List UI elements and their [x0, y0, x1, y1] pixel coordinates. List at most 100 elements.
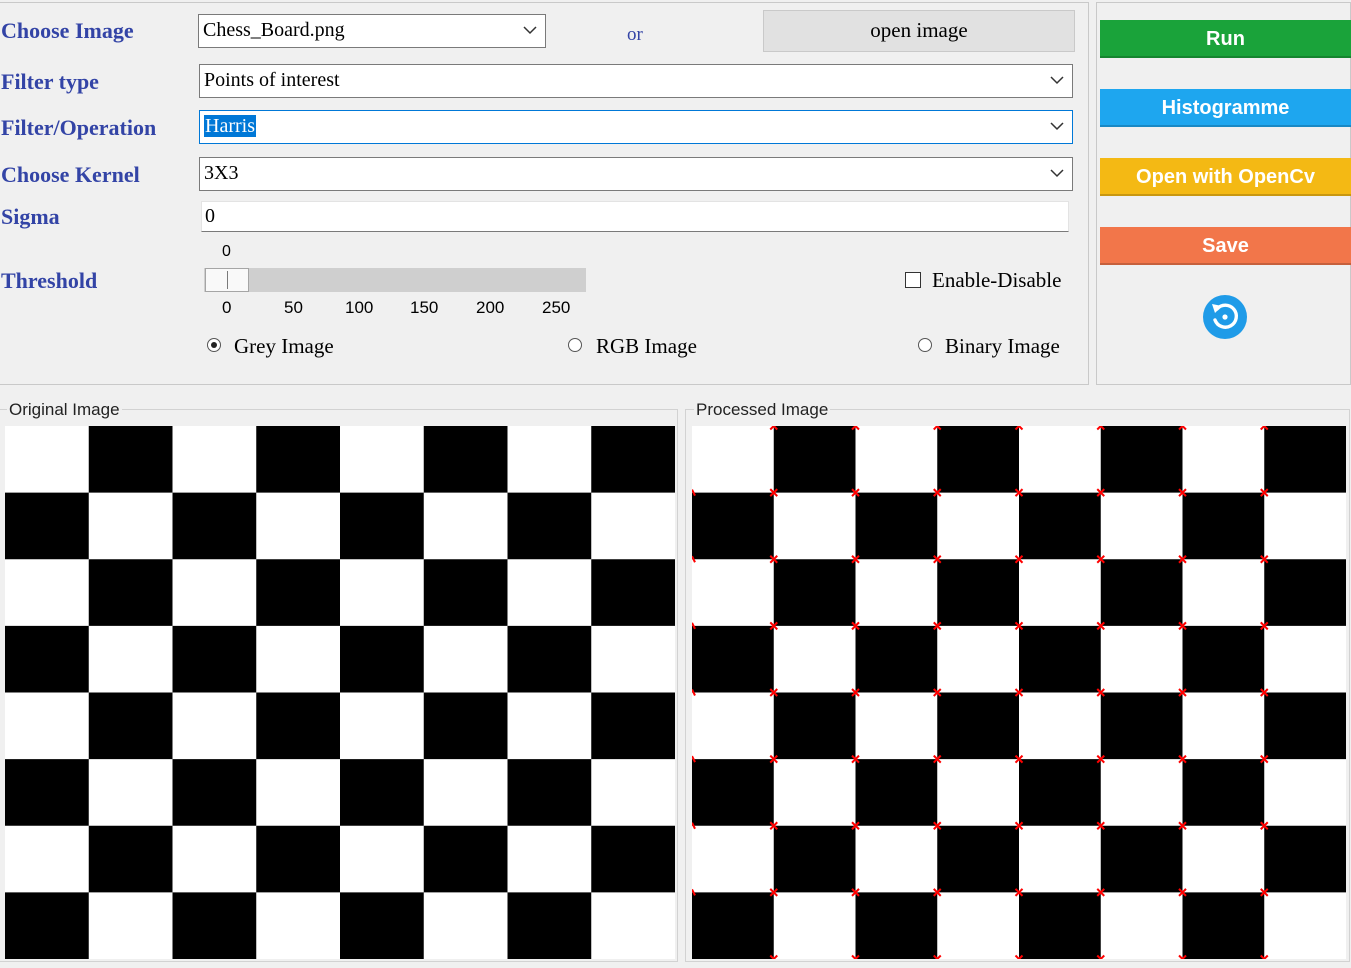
board-square: [692, 892, 775, 959]
threshold-slider-thumb[interactable]: [205, 268, 249, 292]
grey-image-radio[interactable]: [207, 338, 221, 352]
board-square: [1264, 759, 1346, 827]
slider-tick-label: 250: [542, 298, 571, 317]
board-square: [1019, 492, 1102, 560]
board-square: [692, 825, 775, 893]
choose-kernel-label: Choose Kernel: [1, 162, 140, 187]
board-square: [692, 692, 775, 760]
kernel-value: 3X3: [204, 162, 239, 184]
or-label: or: [627, 24, 643, 45]
refresh-button[interactable]: [1203, 295, 1247, 339]
board-square: [1100, 559, 1183, 627]
processed-image-canvas: [692, 426, 1346, 959]
kernel-dropdown[interactable]: 3X3: [199, 157, 1073, 191]
chevron-down-icon: [1050, 169, 1064, 178]
sigma-input[interactable]: 0: [201, 201, 1069, 232]
slider-tick-label: 200: [476, 298, 505, 317]
histogram-button[interactable]: Histogramme: [1100, 89, 1351, 127]
board-square: [1182, 692, 1265, 760]
open-image-button[interactable]: open image: [763, 10, 1075, 52]
filter-operation-value: Harris: [204, 115, 256, 137]
threshold-slider-track[interactable]: [204, 268, 586, 292]
choose-image-value: Chess_Board.png: [203, 19, 345, 41]
board-square: [423, 426, 508, 494]
grey-image-label: Grey Image: [234, 334, 334, 358]
board-square: [340, 692, 425, 760]
enable-disable-label: Enable-Disable: [932, 268, 1062, 292]
board-square: [88, 892, 173, 959]
rgb-image-radio[interactable]: [568, 338, 582, 352]
board-square: [5, 559, 90, 627]
board-square: [773, 625, 856, 693]
board-square: [692, 625, 775, 693]
board-square: [423, 892, 508, 959]
board-square: [591, 426, 675, 494]
board-square: [1019, 892, 1102, 959]
board-square: [172, 559, 257, 627]
board-square: [256, 625, 341, 693]
board-square: [1264, 825, 1346, 893]
board-square: [1019, 625, 1102, 693]
board-square: [855, 559, 938, 627]
board-square: [773, 825, 856, 893]
board-square: [88, 825, 173, 893]
board-square: [5, 625, 90, 693]
board-square: [256, 892, 341, 959]
board-square: [507, 426, 592, 494]
threshold-label: Threshold: [1, 268, 98, 293]
board-square: [591, 892, 675, 959]
board-square: [1264, 692, 1346, 760]
board-square: [340, 559, 425, 627]
board-square: [5, 692, 90, 760]
board-square: [172, 692, 257, 760]
filter-type-dropdown[interactable]: Points of interest: [199, 64, 1073, 98]
board-square: [172, 492, 257, 560]
board-square: [1182, 492, 1265, 560]
board-square: [507, 759, 592, 827]
board-square: [591, 625, 675, 693]
board-square: [937, 759, 1020, 827]
board-square: [773, 492, 856, 560]
board-square: [340, 625, 425, 693]
board-square: [692, 492, 775, 560]
board-square: [937, 559, 1020, 627]
board-square: [1100, 759, 1183, 827]
board-square: [507, 559, 592, 627]
save-button[interactable]: Save: [1100, 227, 1351, 265]
binary-image-radio[interactable]: [918, 338, 932, 352]
board-square: [1182, 426, 1265, 494]
slider-tick-label: 150: [410, 298, 439, 317]
board-square: [1019, 825, 1102, 893]
board-square: [1182, 559, 1265, 627]
run-button[interactable]: Run: [1100, 20, 1351, 58]
board-square: [1019, 759, 1102, 827]
board-square: [855, 825, 938, 893]
board-square: [855, 692, 938, 760]
slider-tick-label: 0: [222, 298, 232, 317]
board-square: [692, 559, 775, 627]
board-square: [937, 692, 1020, 760]
choose-image-dropdown[interactable]: Chess_Board.png: [198, 14, 546, 48]
board-square: [5, 426, 90, 494]
board-square: [692, 426, 775, 494]
enable-disable-checkbox[interactable]: [905, 272, 921, 288]
open-with-opencv-button[interactable]: Open with OpenCv: [1100, 158, 1351, 196]
board-square: [5, 892, 90, 959]
board-square: [172, 759, 257, 827]
board-square: [5, 825, 90, 893]
board-square: [423, 559, 508, 627]
board-square: [256, 426, 341, 494]
board-square: [1264, 559, 1346, 627]
board-square: [88, 559, 173, 627]
processed-image-title: Processed Image: [694, 400, 831, 419]
board-square: [1100, 892, 1183, 959]
board-square: [88, 692, 173, 760]
rgb-image-label: RGB Image: [596, 334, 697, 358]
board-square: [5, 759, 90, 827]
board-square: [256, 692, 341, 760]
board-square: [591, 759, 675, 827]
binary-image-label: Binary Image: [945, 334, 1060, 358]
filter-operation-dropdown[interactable]: Harris: [199, 110, 1073, 144]
board-square: [937, 892, 1020, 959]
board-square: [172, 426, 257, 494]
